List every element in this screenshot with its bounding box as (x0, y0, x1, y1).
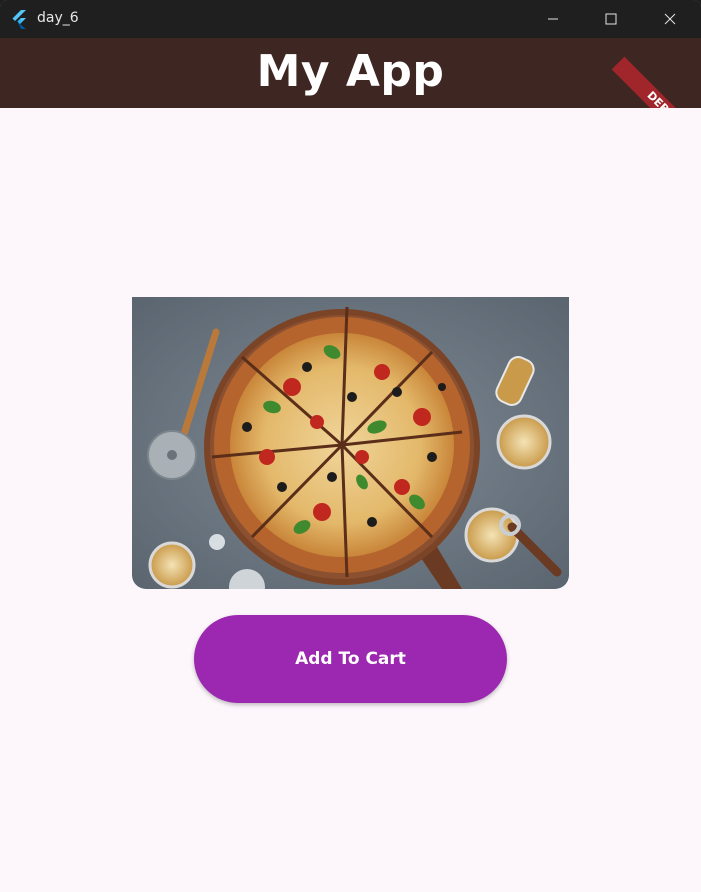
window-title: day_6 (37, 10, 79, 26)
minimize-icon (547, 10, 559, 29)
close-button[interactable] (641, 0, 699, 38)
minimize-button[interactable] (524, 0, 582, 38)
pizza-image (132, 297, 569, 589)
app-window: day_6 My App DEBUG (0, 0, 701, 892)
maximize-icon (605, 10, 617, 29)
app-bar-title: My App (256, 46, 445, 97)
app-bar: My App DEBUG (0, 38, 701, 162)
title-bar: day_6 (0, 0, 701, 38)
add-to-cart-button[interactable]: Add To Cart (194, 615, 507, 703)
main-content: Add To Cart (0, 108, 701, 892)
close-icon (664, 10, 676, 29)
flutter-icon (10, 9, 30, 29)
maximize-button[interactable] (582, 0, 640, 38)
